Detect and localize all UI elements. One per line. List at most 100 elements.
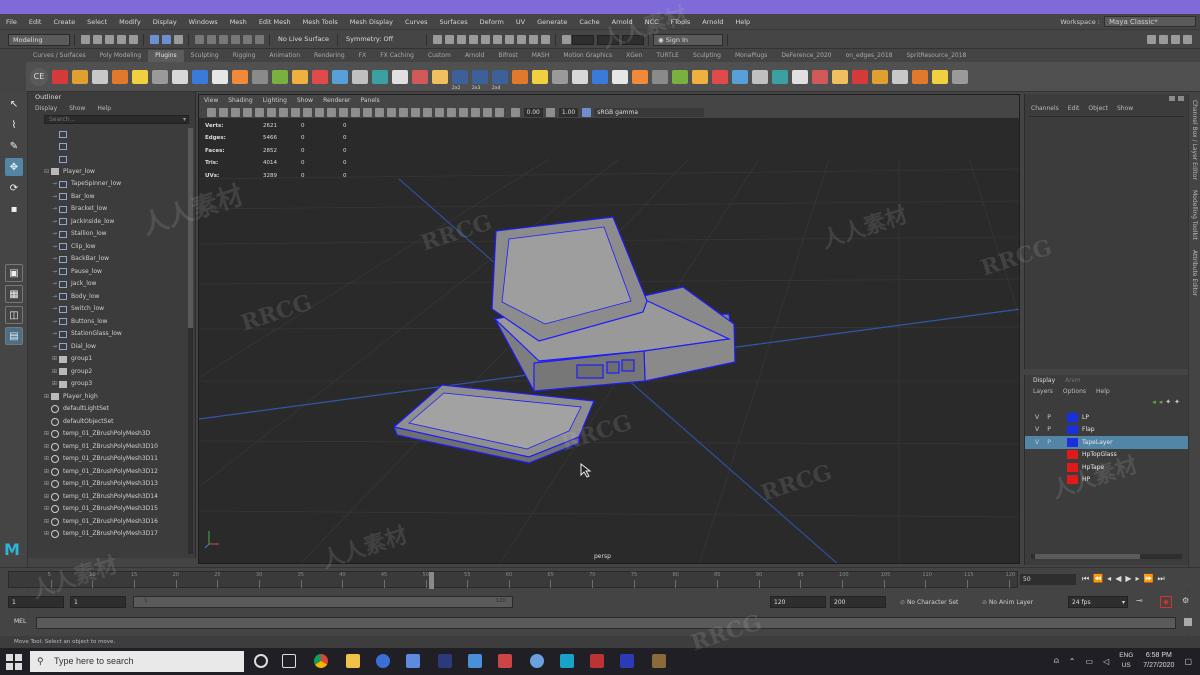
time-slider-track[interactable]: 5 10 15 20 25 30 35 40 45 50 55 60 65 70 75 80 85 90 95 100… [8, 571, 1018, 589]
shelf-tool-icon[interactable] [132, 69, 148, 84]
layer-visibility-toggle[interactable]: V [1031, 426, 1043, 433]
layer-visibility-toggle[interactable]: V [1031, 439, 1043, 446]
viewport-scene[interactable] [199, 119, 1020, 564]
layer-editor-menu-item[interactable]: Layers [1033, 388, 1053, 395]
shelf-tool-icon[interactable] [732, 69, 748, 84]
range-slider-bar[interactable]: 1 120 [133, 596, 513, 608]
select-hierarchy-icon[interactable] [149, 35, 159, 44]
screen-space-ao-icon[interactable] [410, 107, 420, 117]
expand-toggle-icon[interactable]: → [52, 178, 59, 191]
expand-toggle-icon[interactable]: → [52, 328, 59, 341]
shelf-tab[interactable]: on_edges_2018 [839, 50, 900, 62]
expand-toggle-icon[interactable]: ⊞ [44, 453, 51, 466]
shelf-tool-icon[interactable] [752, 69, 768, 84]
step-back-key-icon[interactable]: ⏪ [1093, 574, 1103, 584]
exposure-icon[interactable] [511, 107, 520, 117]
toggle-modeling-toolkit-icon[interactable] [1147, 35, 1156, 44]
chrome-icon[interactable] [314, 654, 328, 668]
outliner-item[interactable]: → TapeSpinner_low [28, 178, 187, 191]
scrollbar-thumb[interactable] [1035, 554, 1140, 559]
expand-toggle-icon[interactable]: → [52, 253, 59, 266]
script-language-label[interactable]: MEL [14, 618, 26, 625]
expand-toggle-icon[interactable]: ⊞ [44, 528, 51, 541]
layer-scrollbar[interactable] [1031, 554, 1182, 559]
side-tab[interactable]: Modelling Toolkit [1191, 190, 1198, 240]
layer-playback-toggle[interactable]: P [1043, 439, 1055, 446]
go-to-end-icon[interactable]: ⏭ [1157, 574, 1164, 584]
layer-playback-toggle[interactable]: P [1043, 426, 1055, 433]
new-scene-icon[interactable] [80, 35, 90, 44]
single-perspective-layout-icon[interactable]: ▣ [5, 264, 23, 282]
field-chart-icon[interactable] [302, 107, 312, 117]
shelf-tool-icon[interactable] [312, 69, 328, 84]
app-icon-4[interactable] [468, 654, 482, 668]
rotate-tool-icon[interactable]: ⟳ [5, 179, 23, 197]
isolate-select-icon[interactable] [458, 107, 468, 117]
panel-close-icon[interactable] [1178, 95, 1184, 101]
motion-blur-icon[interactable] [422, 107, 432, 117]
outliner-item[interactable]: → JackInside_low [28, 216, 187, 229]
shelf-tab-active[interactable]: Plugins [148, 50, 184, 62]
gpu-cache-icon[interactable] [540, 35, 550, 44]
outliner-item[interactable]: ⊞ group1 [28, 353, 187, 366]
script-editor-icon[interactable] [1184, 618, 1192, 626]
input-field-z[interactable] [622, 34, 645, 45]
redo-icon[interactable] [128, 35, 138, 44]
select-camera-icon[interactable] [206, 107, 216, 117]
arnold-render-icon[interactable] [492, 35, 502, 44]
shelf-tab[interactable]: DeFerence_2020 [774, 50, 838, 62]
outliner-item[interactable]: ⊞ temp_01_ZBrushPolyMesh3D11 [28, 453, 187, 466]
shelf-tab[interactable]: TURTLE [649, 50, 686, 62]
outliner-item[interactable]: ⊞ temp_01_ZBrushPolyMesh3D13 [28, 478, 187, 491]
gamma-field[interactable]: 1.00 [558, 107, 579, 117]
language-indicator[interactable]: ENG US [1119, 651, 1133, 671]
outliner-item[interactable]: → BackBar_low [28, 253, 187, 266]
layer-name[interactable]: HpTape [1082, 464, 1104, 471]
outliner-item[interactable]: ⊞ temp_01_ZBrushPolyMesh3D14 [28, 491, 187, 504]
shelf-tool-icon[interactable] [212, 69, 228, 84]
outliner-item[interactable]: ⊞ temp_01_ZBrushPolyMesh3D16 [28, 516, 187, 529]
outliner-item[interactable]: → StationGlass_low [28, 328, 187, 341]
expand-toggle-icon[interactable]: ⊞ [44, 491, 51, 504]
expand-toggle-icon[interactable]: → [52, 303, 59, 316]
select-tool-icon[interactable]: ↖ [5, 95, 23, 113]
outliner-item[interactable]: ⊞ Player_high [28, 391, 187, 404]
playblast-icon[interactable] [528, 35, 538, 44]
shelf-tab[interactable]: Sculpting [686, 50, 728, 62]
network-icon[interactable]: ▭ [1085, 657, 1093, 666]
app-icon-1[interactable] [376, 654, 390, 668]
app-icon-7[interactable] [590, 654, 604, 668]
image-plane-icon[interactable] [242, 107, 252, 117]
layer-color-swatch[interactable] [1067, 475, 1078, 485]
viewport-menu-item[interactable]: View [199, 95, 223, 106]
app-icon-6[interactable] [530, 654, 544, 668]
menu-item[interactable]: Mesh [224, 14, 253, 30]
shelf-tool-icon[interactable]: 2x2 [452, 69, 468, 91]
depth-of-field-icon[interactable] [446, 107, 456, 117]
layer-name[interactable]: TapeLayer [1082, 439, 1113, 446]
expand-toggle-icon[interactable]: → [52, 341, 59, 354]
outliner-item[interactable]: ⊞ temp_01_ZBrushPolyMesh3D [28, 428, 187, 441]
shelf-tool-icon[interactable] [152, 69, 168, 84]
viewport-panel[interactable]: View Shading Lighting Show Renderer Panels 0.… [198, 94, 1020, 564]
snap-surface-icon[interactable] [242, 35, 252, 44]
outliner-menu-item[interactable]: Help [97, 105, 111, 112]
render-settings-icon[interactable] [456, 35, 466, 44]
layer-name[interactable]: HpTopGlass [1082, 451, 1117, 458]
character-set-dropdown[interactable]: ⊘ No Character Set [900, 599, 958, 606]
expand-toggle-icon[interactable]: → [52, 316, 59, 329]
windows-start-icon[interactable] [6, 654, 22, 670]
outliner-item[interactable] [28, 141, 187, 154]
layer-row[interactable]: HpTape [1025, 461, 1188, 474]
expand-toggle-icon[interactable]: ⊞ [44, 441, 51, 454]
xray-components-icon[interactable] [494, 107, 504, 117]
shelf-tab[interactable]: SpritResource_2018 [899, 50, 973, 62]
live-surface-label[interactable]: No Live Surface [274, 34, 333, 46]
shelf-tool-icon[interactable] [812, 69, 828, 84]
shelf-tool-icon[interactable] [432, 69, 448, 84]
shelf-tool-icon[interactable] [272, 69, 288, 84]
play-backwards-icon[interactable]: ◀ [1115, 574, 1121, 584]
panel-float-icon[interactable] [1169, 95, 1175, 101]
step-forward-key-icon[interactable]: ⏩ [1144, 574, 1154, 584]
grid-toggle-icon[interactable] [254, 107, 264, 117]
